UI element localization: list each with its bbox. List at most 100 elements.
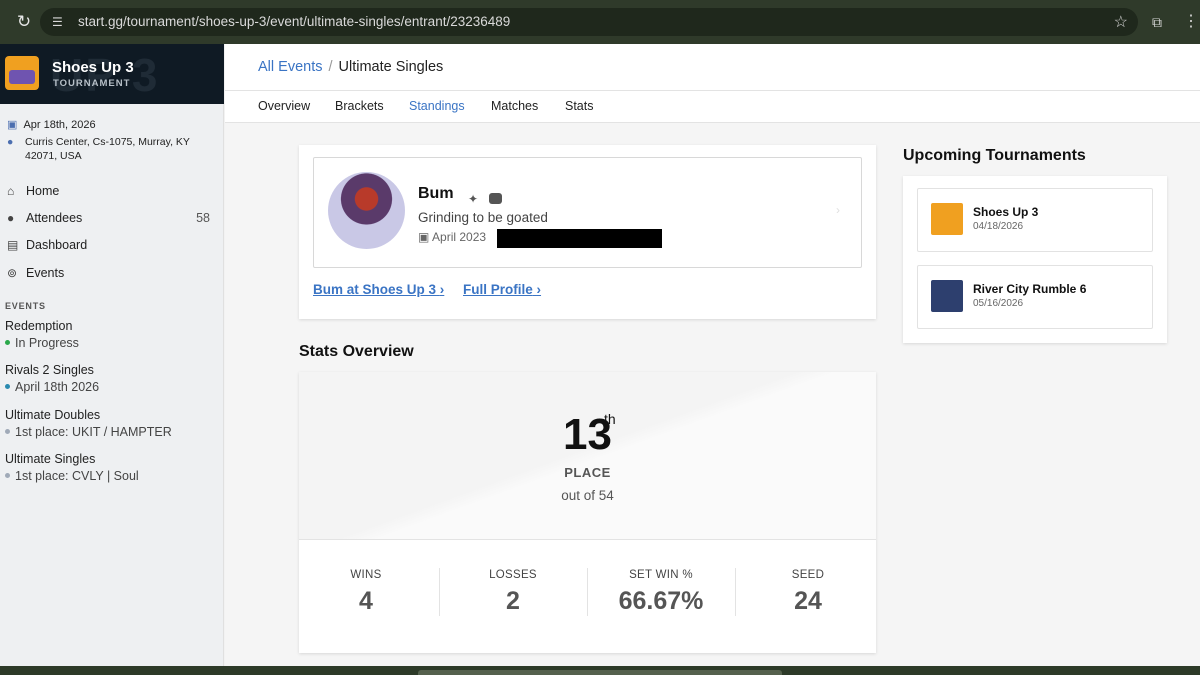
sidebar-event-rivals-2-singles[interactable]: Rivals 2 Singles April 18th 2026 <box>5 363 215 394</box>
gamepad-icon: ⊚ <box>7 266 18 280</box>
upcoming-panel: Shoes Up 3 04/18/2026 River City Rumble … <box>903 176 1167 343</box>
sidebar-item-home[interactable]: ⌂ Home <box>0 181 224 203</box>
player-card[interactable]: Bum ✦ Grinding to be goated ▣ April 2023… <box>313 157 862 268</box>
sidebar-item-events[interactable]: ⊚ Events <box>0 263 224 285</box>
stat-seed: SEED 24 <box>736 569 880 616</box>
tournament-logo <box>5 56 39 90</box>
event-status: 1st place: UKIT / HAMPTER <box>5 425 215 439</box>
divider <box>587 568 588 616</box>
breadcrumb: All Events / Ultimate Singles <box>258 59 443 75</box>
discord-icon[interactable] <box>489 193 502 204</box>
taskbar-pill <box>418 670 782 675</box>
tab-standings[interactable]: Standings <box>409 99 465 113</box>
upcoming-tournament-item[interactable]: River City Rumble 6 05/16/2026 <box>917 265 1153 329</box>
event-name: Rivals 2 Singles <box>5 363 94 377</box>
breadcrumb-separator: / <box>328 59 333 75</box>
event-status: 1st place: CVLY | Soul <box>5 469 215 483</box>
stat-label: SET WIN % <box>629 569 693 581</box>
stat-value: 4 <box>359 587 373 615</box>
home-icon: ⌂ <box>7 184 15 198</box>
stat-value: 2 <box>506 587 520 615</box>
status-text: April 18th 2026 <box>15 380 100 394</box>
joined-text: April 2023 <box>432 230 487 244</box>
link-text: Bum at Shoes Up 3 <box>313 282 437 297</box>
stat-wins: WINS 4 <box>294 569 438 616</box>
placement-number: 13 <box>563 410 612 459</box>
status-dot <box>5 473 10 479</box>
upcoming-date: 04/18/2026 <box>973 221 1024 232</box>
stat-value: 24 <box>794 587 822 615</box>
event-name: Ultimate Doubles <box>5 408 101 422</box>
chevron-right-icon: › <box>439 282 445 297</box>
upcoming-date: 05/16/2026 <box>973 298 1024 309</box>
sidebar-item-attendees[interactable]: ● Attendees 58 <box>0 208 224 230</box>
link-text: Full Profile <box>463 282 533 297</box>
event-name: Redemption <box>5 319 73 333</box>
divider <box>439 568 440 616</box>
upcoming-title: Upcoming Tournaments <box>903 147 1086 164</box>
player-panel: Bum ✦ Grinding to be goated ▣ April 2023… <box>299 145 876 319</box>
stat-label: WINS <box>350 569 382 581</box>
status-text: In Progress <box>15 336 79 350</box>
sidebar-event-ultimate-doubles[interactable]: Ultimate Doubles 1st place: UKIT / HAMPT… <box>5 408 215 439</box>
bookmark-star-icon[interactable]: ☆ <box>1114 12 1128 32</box>
tournament-logo <box>931 203 963 235</box>
sidebar-item-label: Dashboard <box>26 238 88 252</box>
upcoming-name: River City Rumble 6 <box>973 282 1087 296</box>
chevron-right-icon: › <box>536 282 542 297</box>
tab-stats[interactable]: Stats <box>565 99 594 113</box>
dashboard-icon: ▤ <box>7 238 19 252</box>
stats-title: Stats Overview <box>299 343 414 360</box>
placement-total: out of 54 <box>561 488 614 503</box>
twitter-icon[interactable]: ✦ <box>468 192 478 206</box>
tournament-date: ▣ Apr 18th, 2026 <box>7 118 96 131</box>
taskbar-strip <box>0 666 1200 675</box>
tab-overview[interactable]: Overview <box>258 99 310 113</box>
placement-area: 13 th PLACE out of 54 <box>299 372 876 540</box>
calendar-icon: ▣ <box>418 230 433 244</box>
player-name: Bum <box>418 185 454 202</box>
person-icon: ● <box>7 211 15 225</box>
upcoming-tournament-item[interactable]: Shoes Up 3 04/18/2026 <box>917 188 1153 252</box>
sidebar-item-label: Attendees <box>26 211 83 225</box>
date-text: Apr 18th, 2026 <box>23 119 96 131</box>
stats-card: 13 th PLACE out of 54 WINS 4 LOSSES 2 SE… <box>299 372 876 653</box>
tab-brackets[interactable]: Brackets <box>335 99 384 113</box>
tournament-subtitle: TOURNAMENT <box>53 78 131 89</box>
stat-losses: LOSSES 2 <box>441 569 585 616</box>
tournament-logo <box>931 280 963 312</box>
sidebar-item-dashboard[interactable]: ▤ Dashboard <box>0 235 224 257</box>
tab-matches[interactable]: Matches <box>491 99 538 113</box>
more-icon[interactable]: ⋮ <box>1183 12 1199 32</box>
reload-icon[interactable]: ↻ <box>14 12 34 32</box>
sidebar-event-redemption[interactable]: Redemption In Progress <box>5 319 215 350</box>
full-profile-link[interactable]: Full Profile › <box>463 282 541 297</box>
calendar-icon: ▣ <box>7 119 18 131</box>
player-bio: Grinding to be goated <box>418 210 548 225</box>
breadcrumb-all-events[interactable]: All Events <box>258 59 322 75</box>
tournament-title[interactable]: Shoes Up 3 <box>52 59 134 76</box>
player-joined: ▣ April 2023 <box>418 230 486 244</box>
status-dot <box>5 429 10 435</box>
url-text[interactable]: start.gg/tournament/shoes-up-3/event/ult… <box>78 14 510 29</box>
map-pin-icon: ● <box>7 136 14 148</box>
extensions-icon[interactable]: ⧉ <box>1152 13 1170 31</box>
stat-value: 66.67% <box>618 587 704 615</box>
player-event-link[interactable]: Bum at Shoes Up 3 › <box>313 282 444 297</box>
tournament-location: ● Curris Center, Cs-1075, Murray, KY 420… <box>7 135 207 162</box>
sidebar: UP 3 Shoes Up 3 TOURNAMENT ▣ Apr 18th, 2… <box>0 44 224 666</box>
address-bar[interactable]: ☰ start.gg/tournament/shoes-up-3/event/u… <box>40 8 1138 36</box>
sidebar-event-ultimate-singles[interactable]: Ultimate Singles 1st place: CVLY | Soul <box>5 452 215 483</box>
status-dot <box>5 384 10 390</box>
stat-set-win-percent: SET WIN % 66.67% <box>589 569 733 616</box>
location-text: Curris Center, Cs-1075, Murray, KY 42071… <box>25 136 190 162</box>
status-text: 1st place: UKIT / HAMPTER <box>15 425 172 439</box>
sidebar-item-label: Home <box>26 184 60 198</box>
event-status: In Progress <box>5 336 215 350</box>
event-header: All Events / Ultimate Singles Overview Bra… <box>225 44 1200 123</box>
tournament-header[interactable]: UP 3 Shoes Up 3 TOURNAMENT <box>0 44 224 104</box>
placement-label: PLACE <box>564 465 611 480</box>
event-name: Ultimate Singles <box>5 452 96 466</box>
site-settings-icon[interactable]: ☰ <box>52 14 68 30</box>
events-section-header: EVENTS <box>5 301 46 311</box>
